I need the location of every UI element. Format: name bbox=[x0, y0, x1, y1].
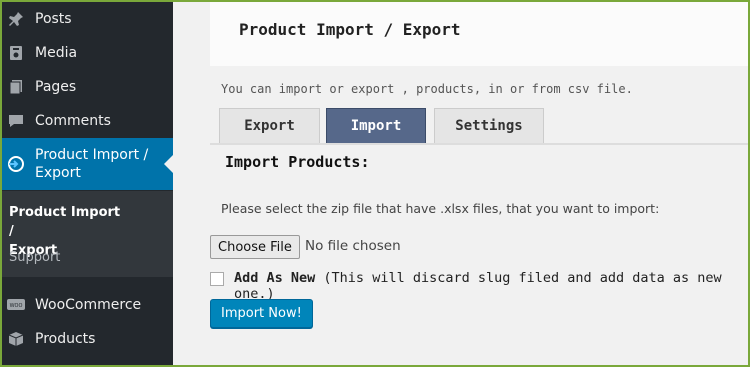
sidebar-item-label: Comments bbox=[35, 113, 111, 129]
add-as-new-checkbox[interactable] bbox=[210, 272, 224, 286]
choose-file-button[interactable]: Choose File bbox=[210, 235, 300, 259]
sidebar-item-label: WooCommerce bbox=[35, 297, 142, 313]
sidebar-item-pages[interactable]: Pages bbox=[2, 70, 173, 104]
page-title: Product Import / Export bbox=[239, 20, 461, 39]
sidebar-item-products[interactable]: Products bbox=[2, 322, 173, 356]
add-as-new-title: Add As New bbox=[234, 270, 316, 286]
pin-icon bbox=[7, 10, 25, 28]
svg-text:WOO: WOO bbox=[10, 303, 23, 309]
sidebar-item-product-import-export[interactable]: Product Import / Export bbox=[2, 138, 173, 190]
sidebar-item-comments[interactable]: Comments bbox=[2, 104, 173, 138]
active-indicator bbox=[164, 155, 173, 173]
media-icon bbox=[7, 44, 25, 62]
sidebar-item-label: Product Import / Export bbox=[35, 147, 149, 181]
sidebar-item-label: Media bbox=[35, 45, 78, 61]
file-status: No file chosen bbox=[305, 238, 401, 254]
comments-icon bbox=[7, 112, 25, 130]
import-now-button[interactable]: Import Now! bbox=[210, 299, 313, 328]
page-description: You can import or export , products, in … bbox=[221, 82, 633, 96]
title-panel: Product Import / Export bbox=[210, 2, 748, 66]
import-export-icon bbox=[7, 155, 25, 173]
sidebar-item-label: Products bbox=[35, 331, 96, 347]
section-heading: Import Products: bbox=[225, 153, 370, 171]
submenu-item-support[interactable]: Support bbox=[9, 248, 60, 267]
sidebar-submenu: Product Import / Export Support bbox=[2, 191, 173, 277]
sidebar-item-woocommerce[interactable]: WOO WooCommerce bbox=[2, 288, 173, 322]
woocommerce-icon: WOO bbox=[7, 296, 25, 314]
sidebar-item-posts[interactable]: Posts bbox=[2, 2, 173, 36]
admin-sidebar: Posts Media Pages Comments Product Impor… bbox=[2, 2, 173, 365]
sidebar-item-label: Pages bbox=[35, 79, 77, 95]
main-content: Product Import / Export You can import o… bbox=[173, 2, 748, 365]
add-as-new-label: Add As New (This will discard slug filed… bbox=[234, 270, 748, 302]
window-frame: Posts Media Pages Comments Product Impor… bbox=[0, 0, 750, 367]
pages-icon bbox=[7, 78, 25, 96]
sidebar-item-media[interactable]: Media bbox=[2, 36, 173, 70]
tab-import[interactable]: Import bbox=[326, 108, 426, 143]
import-instructions: Please select the zip file that have .xl… bbox=[221, 201, 660, 216]
products-icon bbox=[7, 330, 25, 348]
sidebar-item-label: Posts bbox=[35, 11, 72, 27]
tab-export[interactable]: Export bbox=[219, 108, 320, 143]
tab-settings[interactable]: Settings bbox=[434, 108, 544, 143]
tab-divider bbox=[210, 143, 748, 145]
